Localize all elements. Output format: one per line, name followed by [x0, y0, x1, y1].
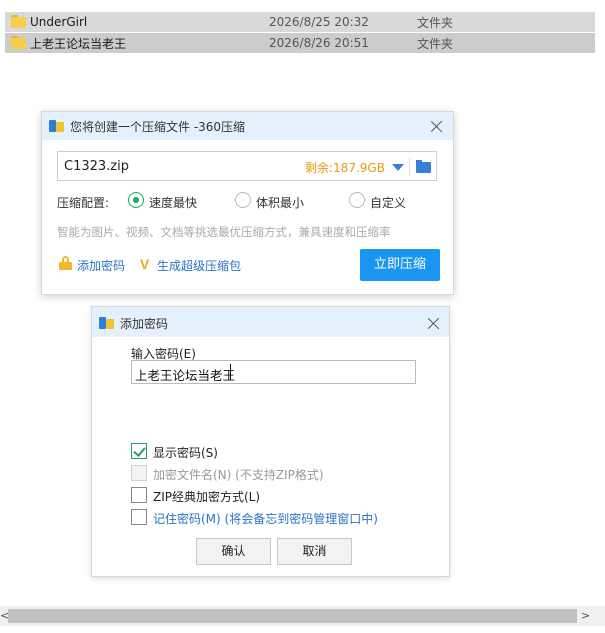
free-space-label: 剩余:187.9GB — [305, 161, 385, 175]
browse-folder-icon[interactable] — [416, 160, 431, 173]
file-date: 2026/8/25 20:32 — [269, 15, 369, 29]
archive-filename[interactable]: C1323.zip — [64, 159, 129, 174]
radio-smallest-label[interactable]: 体积最小 — [256, 194, 304, 211]
file-row[interactable]: 上老王论坛当老王 2026/8/26 20:51 文件夹 — [5, 33, 595, 53]
app-360zip-icon — [49, 118, 65, 133]
horizontal-scrollbar[interactable]: < > — [0, 606, 605, 626]
show-password-checkbox[interactable] — [131, 443, 147, 459]
folder-icon — [11, 36, 26, 49]
close-icon[interactable] — [431, 120, 443, 132]
radio-custom[interactable] — [349, 192, 365, 208]
scrollbar-thumb[interactable] — [8, 609, 577, 623]
dropdown-arrow-icon[interactable] — [392, 164, 404, 171]
remember-password-label[interactable]: 记住密码(M) (将会备忘到密码管理窗口中) — [153, 510, 378, 527]
add-password-dialog: 添加密码 输入密码(E) 上老王论坛当老王 显示密码(S) 加密文件名(N) (… — [91, 306, 450, 577]
radio-custom-label[interactable]: 自定义 — [370, 194, 406, 211]
dialog-title: 您将创建一个压缩文件 -360压缩 — [70, 120, 246, 134]
file-type: 文件夹 — [417, 15, 454, 30]
compress-config-label: 压缩配置: — [57, 196, 110, 210]
archive-path-field[interactable]: C1323.zip 剩余:187.9GB — [57, 151, 437, 181]
encrypt-filename-label: 加密文件名(N) (不支持ZIP格式) — [153, 468, 324, 482]
file-name: UnderGirl — [30, 15, 88, 29]
password-value[interactable]: 上老王论坛当老王 — [135, 365, 235, 384]
remember-password-checkbox[interactable] — [131, 509, 147, 525]
lock-icon[interactable] — [59, 256, 72, 270]
zip-classic-encryption-checkbox[interactable] — [131, 487, 147, 503]
file-type: 文件夹 — [417, 36, 454, 51]
close-icon[interactable] — [428, 317, 440, 329]
radio-fastest[interactable] — [128, 192, 144, 208]
scroll-right-icon[interactable]: > — [581, 609, 590, 622]
app-360zip-icon — [99, 315, 115, 330]
text-caret — [230, 364, 231, 380]
cancel-button[interactable]: 取消 — [277, 538, 352, 565]
file-date: 2026/8/26 20:51 — [269, 36, 369, 50]
divider — [409, 158, 410, 176]
super-compress-link[interactable]: 生成超级压缩包 — [157, 257, 241, 274]
dialog-titlebar: 您将创建一个压缩文件 -360压缩 — [42, 112, 453, 140]
folder-icon — [11, 15, 26, 28]
compress-dialog: 您将创建一个压缩文件 -360压缩 C1323.zip 剩余:187.9GB 压… — [41, 111, 454, 295]
add-password-link[interactable]: 添加密码 — [77, 257, 125, 274]
encrypt-filename-checkbox — [131, 465, 147, 481]
compress-now-button[interactable]: 立即压缩 — [360, 249, 440, 281]
super-v-icon[interactable]: V — [140, 256, 149, 272]
password-input[interactable]: 上老王论坛当老王 — [131, 360, 416, 384]
show-password-label[interactable]: 显示密码(S) — [153, 444, 218, 461]
radio-fastest-label[interactable]: 速度最快 — [149, 194, 197, 211]
file-name: 上老王论坛当老王 — [30, 36, 127, 51]
dialog-titlebar: 添加密码 — [92, 307, 449, 337]
confirm-button[interactable]: 确认 — [196, 538, 271, 565]
dialog-title: 添加密码 — [120, 317, 169, 331]
compress-hint-text: 智能为图片、视频、文档等挑选最优压缩方式，兼具速度和压缩率 — [57, 225, 391, 239]
file-row[interactable]: UnderGirl 2026/8/25 20:32 文件夹 — [5, 12, 595, 32]
radio-smallest[interactable] — [235, 192, 251, 208]
zip-classic-encryption-label[interactable]: ZIP经典加密方式(L) — [153, 488, 260, 505]
